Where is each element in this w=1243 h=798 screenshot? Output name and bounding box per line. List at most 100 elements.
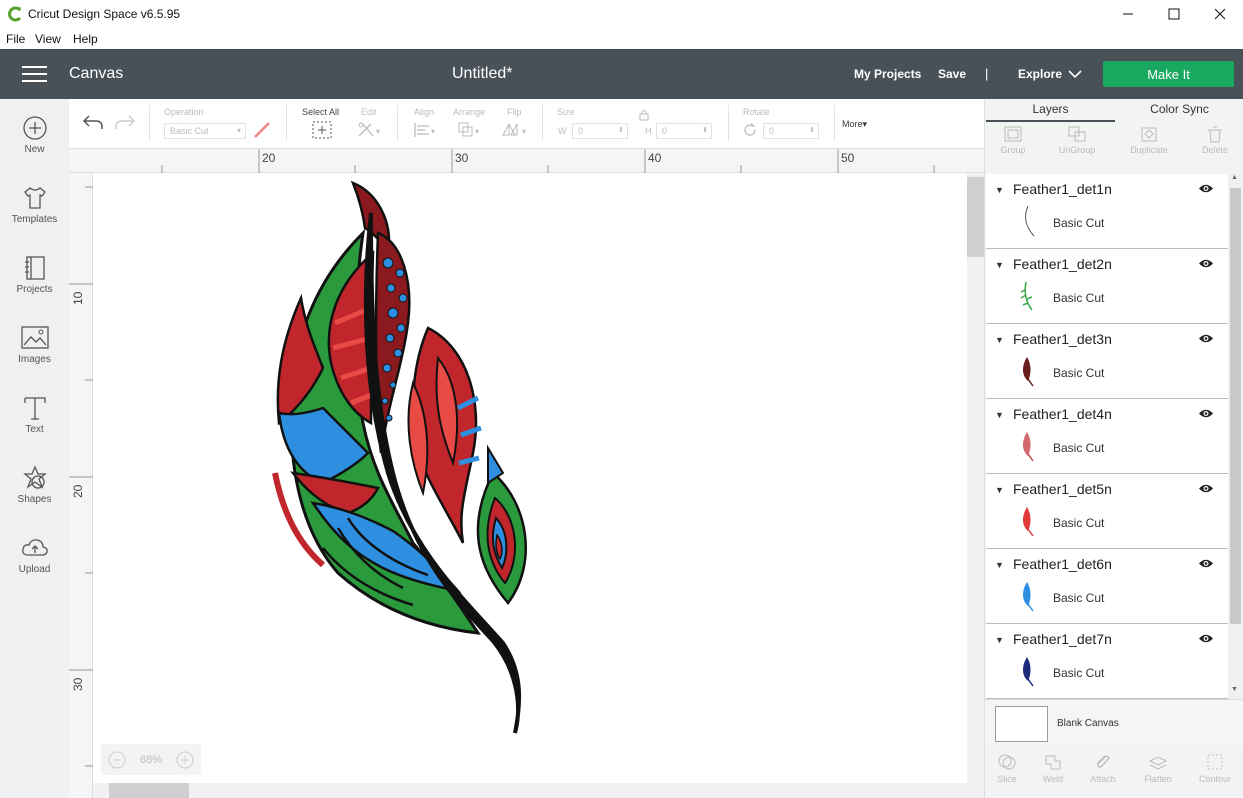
layer-name: Feather1_det2n [1013,256,1112,272]
minimize-button[interactable] [1105,0,1151,28]
align-icon[interactable]: ▾ [413,121,439,139]
attach-button[interactable]: Attach [1078,753,1128,784]
flip-label: Flip [507,107,522,117]
edit-scissors-icon[interactable]: ▾ [357,121,383,139]
linetype-color-icon[interactable] [253,121,273,139]
hamburger-menu-icon[interactable] [22,66,47,83]
stepper-icon: ⬍ [702,127,708,134]
width-input[interactable]: 0 ⬍ [572,123,628,139]
eye-icon[interactable] [1198,258,1214,269]
expand-caret-icon[interactable]: ▼ [995,560,1004,570]
explore-button[interactable]: Explore [1018,67,1062,81]
toolbar-divider [149,105,150,141]
sidebar-item-new[interactable]: New [0,115,69,175]
my-projects-button[interactable]: My Projects [854,67,921,81]
svg-text:▾: ▾ [475,127,479,136]
eye-icon[interactable] [1198,558,1214,569]
save-button[interactable]: Save [938,67,966,81]
height-input[interactable]: 0 ⬍ [656,123,712,139]
layer-operation: Basic Cut [1053,516,1105,530]
document-title[interactable]: Untitled* [452,65,512,83]
sidebar-item-shapes[interactable]: Shapes [0,465,69,525]
expand-caret-icon[interactable]: ▼ [995,485,1004,495]
duplicate-button[interactable]: Duplicate [1119,125,1179,155]
close-icon [1214,8,1226,20]
ruler-label: 30 [455,151,469,165]
layer-row[interactable]: ▼ Feather1_det5n Basic Cut [986,474,1228,549]
ruler-label: 10 [71,291,85,305]
layer-row[interactable]: ▼ Feather1_det6n Basic Cut [986,549,1228,624]
weld-button[interactable]: Weld [1028,753,1078,784]
layer-row[interactable]: ▼ Feather1_det4n Basic Cut [986,399,1228,474]
menu-file[interactable]: File [6,32,25,46]
tab-layers[interactable]: Layers [986,99,1115,122]
chevron-down-icon[interactable] [1068,70,1082,79]
design-canvas[interactable] [93,173,967,783]
canvas-horizontal-scrollbar[interactable] [93,783,967,798]
eye-icon[interactable] [1198,183,1214,194]
sidebar-item-projects[interactable]: Projects [0,255,69,315]
more-button[interactable]: More▾ [842,119,867,130]
layer-thumbnail [1023,432,1034,462]
layer-operation: Basic Cut [1053,291,1105,305]
layer-row[interactable]: ▼ Feather1_det1n Basic Cut [986,174,1228,249]
expand-caret-icon[interactable]: ▼ [995,185,1004,195]
sidebar-label: Text [25,424,44,435]
scroll-down-icon[interactable]: ▼ [1231,686,1238,693]
contour-button[interactable]: Contour [1190,753,1240,784]
expand-caret-icon[interactable]: ▼ [995,410,1004,420]
select-all-label: Select All [302,107,340,117]
layer-row[interactable]: ▼ Feather1_det2n Basic Cut [986,249,1228,324]
scroll-up-icon[interactable]: ▲ [1231,174,1238,181]
eye-icon[interactable] [1198,483,1214,494]
sidebar-item-text[interactable]: Text [0,395,69,455]
group-button[interactable]: Group [983,125,1043,155]
close-button[interactable] [1197,0,1243,28]
layers-scrollbar[interactable]: ▲ ▼ [1228,174,1243,699]
flip-icon[interactable]: ▾ [501,121,531,139]
eye-icon[interactable] [1198,333,1214,344]
duplicate-label: Duplicate [1130,145,1168,155]
eye-icon[interactable] [1198,633,1214,644]
blank-canvas-swatch[interactable] [995,706,1048,742]
expand-caret-icon[interactable]: ▼ [995,335,1004,345]
menu-view[interactable]: View [35,32,61,46]
make-it-button[interactable]: Make It [1103,61,1234,87]
feather-artwork[interactable] [253,173,553,743]
expand-caret-icon[interactable]: ▼ [995,635,1004,645]
tab-color-sync[interactable]: Color Sync [1115,99,1243,122]
sidebar-item-images[interactable]: Images [0,325,69,385]
plus-circle-icon [22,116,47,140]
flatten-button[interactable]: Flatten [1133,753,1183,784]
slice-button[interactable]: Slice [982,753,1032,784]
arrange-icon[interactable]: ▾ [457,121,483,139]
sidebar-item-templates[interactable]: Templates [0,185,69,245]
scroll-thumb[interactable] [1230,188,1241,624]
sidebar-item-upload[interactable]: Upload [0,535,69,595]
redo-icon[interactable] [114,113,136,131]
zoom-out-icon[interactable] [108,751,126,769]
ungroup-button[interactable]: UnGroup [1047,125,1107,155]
scroll-thumb[interactable] [109,783,189,798]
ungroup-icon [1068,126,1086,142]
layer-row[interactable]: ▼ Feather1_det3n Basic Cut [986,324,1228,399]
zoom-in-icon[interactable] [176,751,194,769]
delete-button[interactable]: Delete [1185,125,1243,155]
maximize-button[interactable] [1151,0,1197,28]
layer-row[interactable]: ▼ Feather1_det7n Basic Cut [986,624,1228,699]
delete-label: Delete [1201,145,1228,155]
operation-select[interactable]: Basic Cut ▾ [164,123,246,139]
stepper-icon: ⬍ [809,127,815,134]
flatten-icon [1148,756,1168,770]
layer-thumbnail [1020,281,1033,311]
eye-icon[interactable] [1198,408,1214,419]
expand-caret-icon[interactable]: ▼ [995,260,1004,270]
rotate-input[interactable]: 0 ⬍ [763,123,819,139]
select-all-icon[interactable] [312,121,332,139]
lock-icon[interactable] [639,109,649,121]
blank-canvas-row[interactable]: Blank Canvas [985,699,1243,747]
canvas-vertical-scrollbar[interactable] [967,173,984,798]
menu-help[interactable]: Help [73,32,98,46]
undo-icon[interactable] [82,113,104,131]
scroll-thumb[interactable] [967,177,984,257]
